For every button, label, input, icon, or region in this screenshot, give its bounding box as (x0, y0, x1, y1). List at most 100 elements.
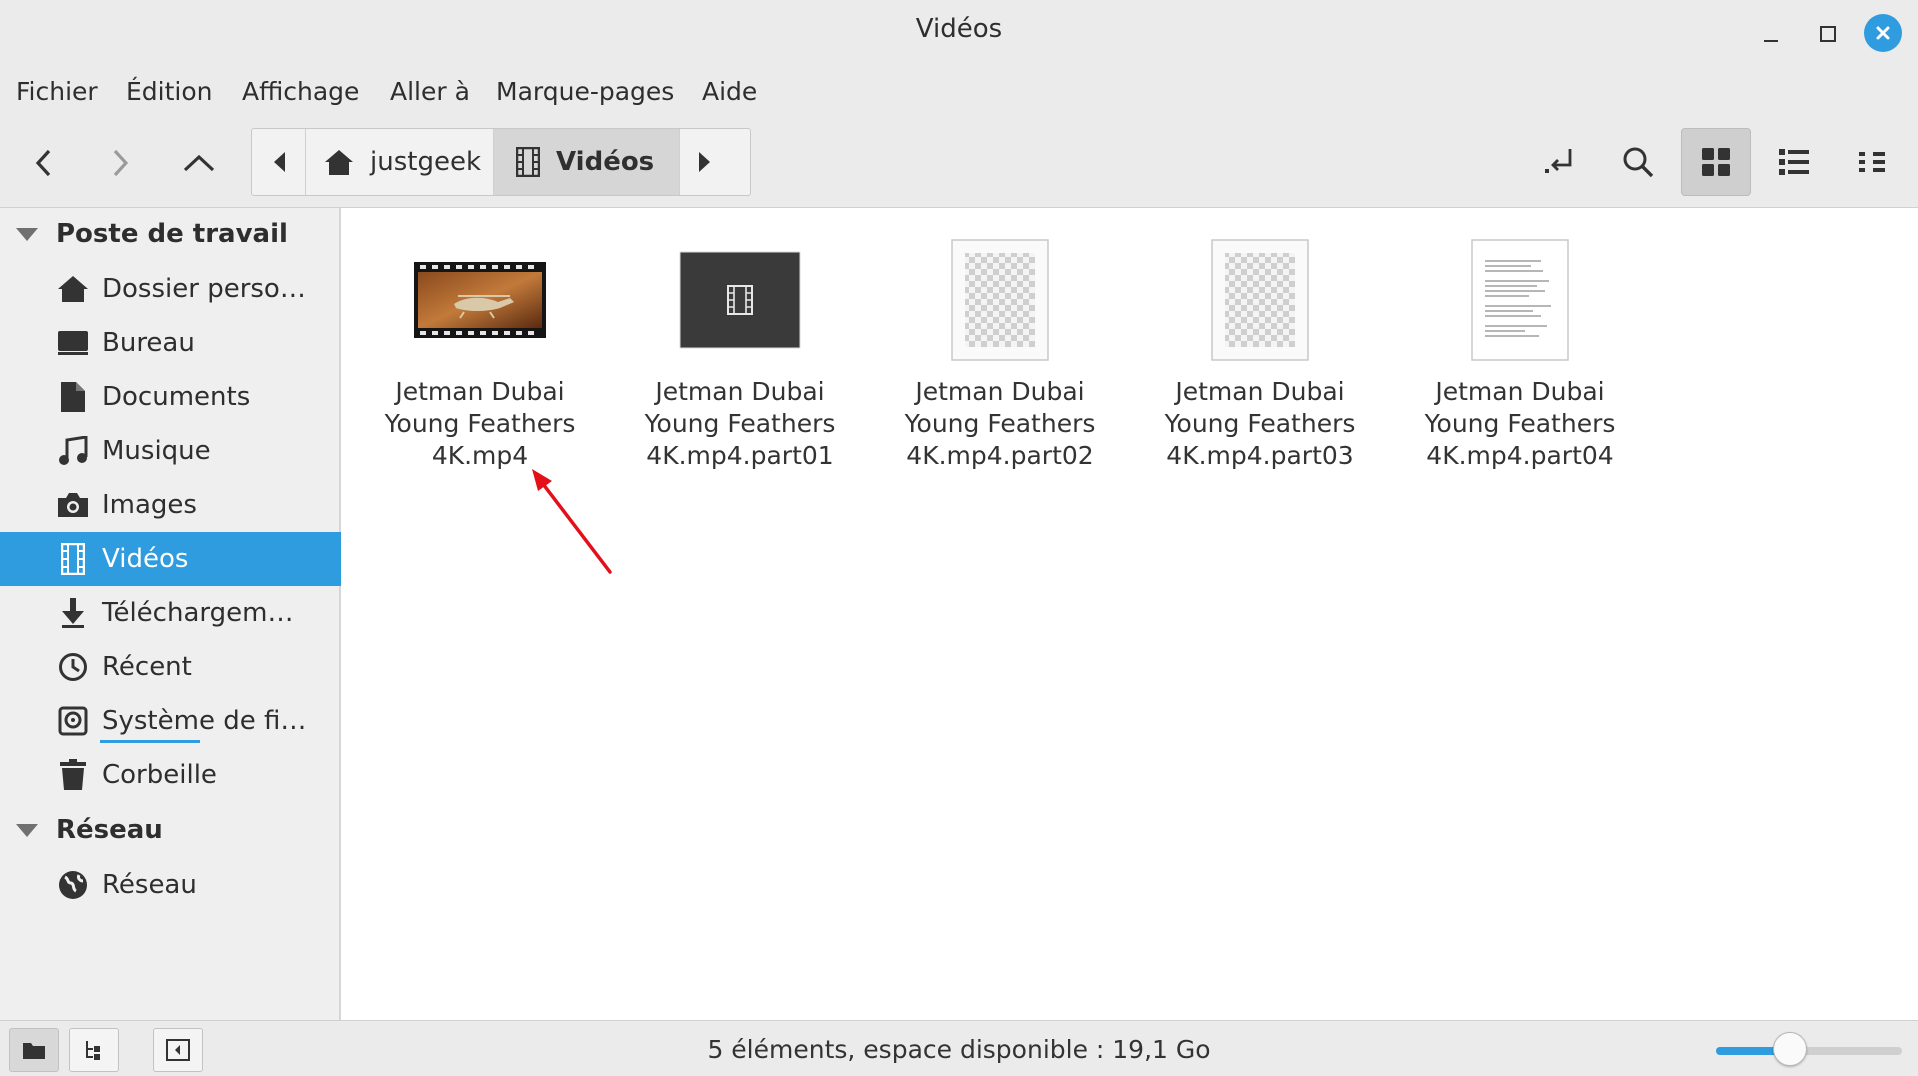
sidebar-item-network[interactable]: Réseau (0, 858, 341, 912)
maximize-icon (1820, 26, 1836, 42)
file-item[interactable]: Jetman Dubai Young Feathers 4K.mp4.part04 (1405, 232, 1635, 472)
menu-aide[interactable]: Aide (702, 77, 757, 106)
network-icon (56, 868, 90, 902)
menu-affichage[interactable]: Affichage (242, 77, 359, 106)
file-item[interactable]: Jetman Dubai Young Feathers 4K.mp4.part02 (885, 232, 1115, 472)
sidebar-section-computer[interactable]: Poste de travail (0, 208, 341, 260)
sidebar-section-title: Réseau (56, 815, 163, 845)
back-button[interactable] (16, 140, 72, 186)
expander-down-icon (16, 227, 38, 241)
video-file-icon (625, 232, 855, 368)
grid-view-icon (1702, 148, 1730, 176)
path-scroll-right-button[interactable] (680, 129, 730, 195)
file-item[interactable]: Jetman Dubai Young Feathers 4K.mp4.part03 (1145, 232, 1375, 472)
status-text: 5 éléments, espace disponible : 19,1 Go (707, 1035, 1211, 1064)
file-item[interactable]: Jetman Dubai Young Feathers 4K.mp4.part01 (625, 232, 855, 472)
triangle-right-icon (699, 152, 710, 172)
icon-view-button[interactable] (1681, 128, 1751, 196)
image-file-icon (1145, 232, 1375, 368)
music-icon (56, 434, 90, 468)
list-view-icon (1779, 149, 1809, 175)
file-name: Jetman Dubai Young Feathers 4K.mp4.part03 (1164, 377, 1356, 470)
disk-usage-bar (100, 740, 200, 743)
sidebar-section-title: Poste de travail (56, 219, 288, 249)
status-bar: 5 éléments, espace disponible : 19,1 Go (0, 1020, 1918, 1076)
menu-bar: Fichier Édition Affichage Aller à Marque… (0, 64, 1918, 120)
close-icon (1876, 26, 1890, 40)
sidebar-item-label: Vidéos (102, 544, 189, 574)
sidebar-item-images[interactable]: Images (0, 478, 341, 532)
film-icon (516, 147, 540, 177)
list-view-button[interactable] (1759, 128, 1829, 196)
download-icon (56, 596, 90, 630)
triangle-left-icon (273, 152, 285, 172)
sidebar-item-filesystem[interactable]: Système de fi… (0, 694, 341, 748)
home-icon (56, 272, 90, 306)
text-file-icon (1405, 232, 1635, 368)
image-file-icon (885, 232, 1115, 368)
sidebar-item-label: Récent (102, 652, 192, 682)
video-thumbnail (365, 232, 595, 368)
home-icon (324, 148, 354, 176)
clock-icon (56, 650, 90, 684)
sidebar-item-home[interactable]: Dossier perso… (0, 262, 341, 316)
maximize-button[interactable] (1810, 16, 1846, 52)
sidebar-item-label: Bureau (102, 328, 195, 358)
path-home-label: justgeek (370, 147, 481, 177)
sidebar-item-label: Système de fi… (102, 706, 307, 736)
sidebar-item-downloads[interactable]: Téléchargem… (0, 586, 341, 640)
menu-marque-pages[interactable]: Marque-pages (496, 77, 674, 106)
minimize-button[interactable] (1753, 16, 1789, 52)
window-title: Vidéos (915, 14, 1003, 44)
menu-fichier[interactable]: Fichier (16, 77, 98, 106)
toggle-location-entry-button[interactable] (1525, 128, 1595, 196)
file-view[interactable]: Jetman Dubai Young Feathers 4K.mp4 Jetman … (343, 208, 1918, 1020)
sidebar-item-documents[interactable]: Documents (0, 370, 341, 424)
title-bar: Vidéos (0, 0, 1918, 64)
sidebar-item-recent[interactable]: Récent (0, 640, 341, 694)
file-name: Jetman Dubai Young Feathers 4K.mp4.part02 (904, 377, 1096, 470)
search-button[interactable] (1603, 128, 1673, 196)
sidebar: Poste de travail Dossier perso… Bureau D… (0, 208, 341, 1020)
forward-button[interactable] (92, 140, 148, 186)
chevron-right-icon (113, 149, 129, 177)
file-name: Jetman Dubai Young Feathers 4K.mp4 (384, 377, 576, 470)
path-segment-videos[interactable]: Vidéos (494, 129, 680, 195)
sidebar-item-label: Documents (102, 382, 251, 412)
file-item[interactable]: Jetman Dubai Young Feathers 4K.mp4 (365, 232, 595, 472)
sidebar-item-music[interactable]: Musique (0, 424, 341, 478)
sidebar-section-network[interactable]: Réseau (0, 804, 341, 856)
path-current-label: Vidéos (556, 147, 655, 177)
sidebar-item-label: Téléchargem… (102, 598, 294, 628)
film-icon (56, 542, 90, 576)
expander-down-icon (16, 823, 38, 837)
compact-view-icon (1859, 152, 1885, 172)
path-bar: justgeek Vidéos (251, 128, 751, 196)
compact-view-button[interactable] (1837, 128, 1907, 196)
sidebar-item-label: Images (102, 490, 197, 520)
sidebar-item-videos[interactable]: Vidéos (0, 532, 341, 586)
sidebar-item-label: Réseau (102, 870, 197, 900)
sidebar-item-label: Corbeille (102, 760, 217, 790)
sidebar-item-label: Dossier perso… (102, 274, 306, 304)
sidebar-item-trash[interactable]: Corbeille (0, 748, 341, 802)
file-name: Jetman Dubai Young Feathers 4K.mp4.part01 (644, 377, 836, 470)
search-icon (1623, 147, 1654, 178)
filesystem-icon (56, 704, 90, 738)
toolbar: justgeek Vidéos (0, 120, 1918, 208)
file-name: Jetman Dubai Young Feathers 4K.mp4.part04 (1424, 377, 1616, 470)
minimize-icon (1764, 40, 1778, 42)
camera-icon (56, 488, 90, 522)
document-icon (56, 380, 90, 414)
up-button[interactable] (171, 140, 227, 186)
zoom-slider[interactable] (1716, 1047, 1902, 1055)
trash-icon (56, 758, 90, 792)
path-segment-home[interactable]: justgeek (306, 129, 494, 195)
menu-edition[interactable]: Édition (126, 77, 213, 106)
close-button[interactable] (1864, 14, 1902, 52)
sidebar-item-desktop[interactable]: Bureau (0, 316, 341, 370)
menu-aller-a[interactable]: Aller à (390, 77, 470, 106)
desktop-icon (56, 326, 90, 360)
sidebar-item-label: Musique (102, 436, 211, 466)
path-scroll-left-button[interactable] (252, 129, 306, 195)
